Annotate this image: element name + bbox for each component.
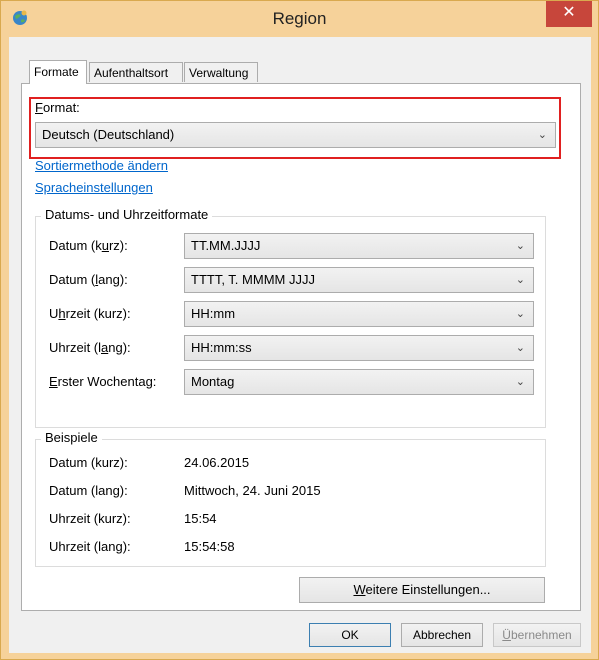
long-date-label: Datum (lang): xyxy=(49,272,128,287)
example-short-date-value: 24.06.2015 xyxy=(184,455,250,470)
datetime-formats-title: Datums- und Uhrzeitformate xyxy=(41,207,213,222)
example-long-time-value: 15:54:58 xyxy=(184,539,235,554)
first-weekday-dropdown[interactable]: Montag ⌄ xyxy=(184,369,534,395)
first-weekday-label: Erster Wochentag: xyxy=(49,374,157,389)
example-short-time-value: 15:54 xyxy=(184,511,217,526)
title-bar[interactable]: Region ✕ xyxy=(1,1,598,37)
chevron-down-icon: ⌄ xyxy=(515,240,525,252)
examples-title: Beispiele xyxy=(41,430,102,445)
short-time-value: HH:mm xyxy=(191,306,236,321)
long-date-dropdown[interactable]: TTTT, T. MMMM JJJJ ⌄ xyxy=(184,267,534,293)
cancel-button[interactable]: Abbrechen xyxy=(401,623,483,647)
ok-button[interactable]: OK xyxy=(309,623,391,647)
short-date-value: TT.MM.JJJJ xyxy=(191,238,261,253)
example-long-time-label: Uhrzeit (lang): xyxy=(49,539,131,554)
chevron-down-icon: ⌄ xyxy=(515,342,525,354)
long-time-value: HH:mm:ss xyxy=(191,340,252,355)
short-time-label: Uhrzeit (kurz): xyxy=(49,306,131,321)
dialog-client-area: Formate Aufenthaltsort Verwaltung Format… xyxy=(9,37,591,653)
close-button[interactable]: ✕ xyxy=(546,1,592,27)
long-time-dropdown[interactable]: HH:mm:ss ⌄ xyxy=(184,335,534,361)
example-short-date-label: Datum (kurz): xyxy=(49,455,128,470)
long-time-label: Uhrzeit (lang): xyxy=(49,340,131,355)
tab-aufenthaltsort[interactable]: Aufenthaltsort xyxy=(89,62,183,82)
short-date-dropdown[interactable]: TT.MM.JJJJ ⌄ xyxy=(184,233,534,259)
chevron-down-icon: ⌄ xyxy=(515,274,525,286)
example-short-time-label: Uhrzeit (kurz): xyxy=(49,511,131,526)
apply-button[interactable]: Übernehmen xyxy=(493,623,581,647)
window-title: Region xyxy=(272,9,327,28)
example-long-date-label: Datum (lang): xyxy=(49,483,128,498)
short-time-dropdown[interactable]: HH:mm ⌄ xyxy=(184,301,534,327)
more-settings-button[interactable]: Weitere Einstellungen... xyxy=(299,577,545,603)
region-dialog: Region ✕ Formate Aufenthaltsort Verwaltu… xyxy=(0,0,599,660)
short-date-label: Datum (kurz): xyxy=(49,238,128,253)
first-weekday-value: Montag xyxy=(191,374,235,389)
chevron-down-icon: ⌄ xyxy=(515,376,525,388)
example-long-date-value: Mittwoch, 24. Juni 2015 xyxy=(184,483,321,498)
language-settings-link[interactable]: Spracheinstellungen xyxy=(35,180,153,195)
tab-verwaltung[interactable]: Verwaltung xyxy=(184,62,258,82)
sort-method-link[interactable]: Sortiermethode ändern xyxy=(35,158,168,173)
tab-formate[interactable]: Formate xyxy=(29,60,87,84)
chevron-down-icon: ⌄ xyxy=(515,308,525,320)
close-icon: ✕ xyxy=(562,4,576,21)
long-date-value: TTTT, T. MMMM JJJJ xyxy=(191,272,315,287)
highlight-frame xyxy=(29,97,561,159)
